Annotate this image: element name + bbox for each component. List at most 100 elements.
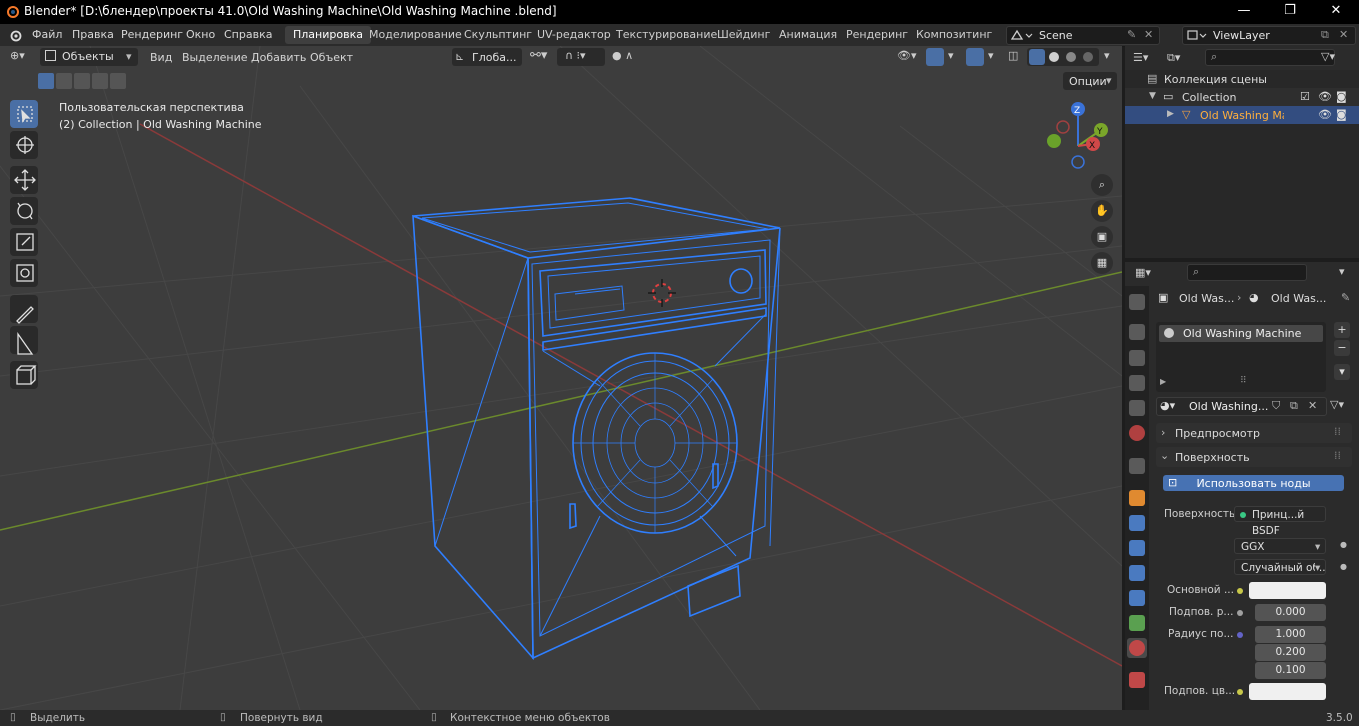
tab-modeling[interactable]: Моделирование — [361, 26, 470, 44]
pan-hand-icon[interactable]: ✋ — [1091, 200, 1113, 222]
pin-icon[interactable]: ✎ — [1341, 291, 1350, 304]
rotate-tool-icon[interactable] — [10, 197, 38, 225]
distribution-dropdown[interactable]: GGX ▾ — [1234, 538, 1326, 554]
grid-view-icon[interactable]: ▦ — [1091, 252, 1113, 274]
properties-search-input[interactable]: ⌕ — [1187, 264, 1307, 281]
tab-rendering[interactable]: Рендеринг — [838, 26, 916, 44]
tab-scene-icon[interactable] — [1129, 400, 1145, 416]
surface-panel-header[interactable]: ⌄ Поверхность ⁞⁞ — [1156, 447, 1352, 467]
pin-icon[interactable]: ✎ — [1127, 28, 1136, 41]
menu-view[interactable]: Вид — [150, 51, 172, 64]
tab-uv-editing[interactable]: UV-редактор — [529, 26, 619, 44]
outliner-row-collection[interactable]: ▼ ▭ Collection ☑ 👁 ◙ — [1125, 88, 1359, 106]
render-camera-icon[interactable]: ◙ — [1336, 90, 1347, 103]
use-nodes-button[interactable]: ⊡ Использовать ноды — [1163, 475, 1344, 491]
material-slot-row[interactable]: Old Washing Machine — [1159, 325, 1323, 342]
tab-sculpting[interactable]: Скульптинг — [456, 26, 540, 44]
socket-dot-icon[interactable]: ● — [1340, 562, 1347, 571]
material-browse-icon[interactable]: ◕▾ — [1160, 399, 1175, 412]
tab-animation[interactable]: Анимация — [771, 26, 845, 44]
tab-view-layer-icon[interactable] — [1129, 375, 1145, 391]
material-slot-list[interactable]: Old Washing Machine ▶ ⠿ — [1156, 322, 1326, 392]
tab-particles-icon[interactable] — [1129, 540, 1145, 556]
zoom-icon[interactable]: ⌕ — [1091, 174, 1113, 196]
transform-orientation[interactable]: ⊾ Глоба... — [452, 48, 522, 66]
mode-selector[interactable]: Объекты ▾ — [40, 48, 138, 66]
remove-slot-button[interactable]: − — [1334, 340, 1350, 356]
3d-cursor-icon[interactable] — [648, 279, 676, 307]
tab-compositing[interactable]: Композитинг — [908, 26, 1000, 44]
new-viewlayer-icon[interactable]: ⧉ — [1321, 28, 1329, 42]
select-subtract-icon[interactable] — [74, 73, 90, 89]
render-camera-icon[interactable]: ◙ — [1336, 108, 1347, 121]
value-socket-icon[interactable] — [1237, 610, 1243, 616]
tab-constraints-icon[interactable] — [1129, 590, 1145, 606]
solid-shading-icon[interactable] — [1049, 52, 1059, 62]
outliner-row-object[interactable]: ▶ ▽ Old Washing Machine 👁 ◙ — [1125, 106, 1359, 124]
exclude-checkbox-icon[interactable]: ☑ — [1300, 90, 1310, 103]
base-color-field[interactable] — [1249, 582, 1326, 599]
surface-shader-field[interactable]: Принц...й BSDF — [1234, 506, 1326, 537]
transform-tool-icon[interactable] — [10, 259, 38, 287]
visibility-icon[interactable]: 👁▾ — [897, 49, 917, 62]
chevron-down-icon[interactable]: ▾ — [1339, 265, 1345, 278]
remove-viewlayer-icon[interactable]: ✕ — [1339, 28, 1348, 41]
select-box-tool-icon[interactable] — [10, 100, 38, 128]
expand-arrow-icon[interactable]: ▼ — [1149, 91, 1156, 101]
expand-arrow-icon[interactable]: ▶ — [1160, 377, 1166, 386]
select-invert-icon[interactable] — [92, 73, 108, 89]
tab-output-icon[interactable] — [1129, 350, 1145, 366]
slot-menu-button[interactable]: ▾ — [1334, 364, 1350, 380]
socket-dot-icon[interactable]: ● — [1340, 540, 1347, 549]
shading-dropdown-icon[interactable]: ▾ — [1104, 49, 1110, 62]
washing-machine-wireframe[interactable] — [412, 197, 781, 661]
tab-tool-icon[interactable] — [1129, 294, 1145, 310]
vector-socket-icon[interactable] — [1237, 632, 1243, 638]
subsurface-radius-x-field[interactable]: 1.000 — [1255, 626, 1326, 643]
select-extend-icon[interactable] — [56, 73, 72, 89]
fake-user-icon[interactable]: ⛉ — [1272, 399, 1280, 413]
blender-menu-icon[interactable] — [8, 28, 22, 42]
editor-type-icon[interactable]: ▦▾ — [1135, 266, 1151, 279]
outliner-row-scene[interactable]: ▤ Коллекция сцены — [1125, 70, 1359, 88]
eye-icon[interactable]: 👁 — [1318, 90, 1332, 103]
cursor-tool-icon[interactable] — [10, 131, 38, 159]
select-intersect-icon[interactable] — [110, 73, 126, 89]
camera-icon[interactable]: ▣ — [1091, 226, 1113, 248]
tab-world-icon[interactable] — [1129, 425, 1145, 441]
expand-arrow-icon[interactable]: ▶ — [1167, 109, 1174, 119]
tab-layout[interactable]: Планировка — [285, 26, 371, 44]
add-slot-button[interactable]: + — [1334, 322, 1350, 338]
tab-object-icon[interactable] — [1129, 490, 1145, 506]
overlay-toggle-icon[interactable] — [966, 48, 984, 66]
move-tool-icon[interactable] — [10, 166, 38, 194]
preview-panel-header[interactable]: › Предпросмотр ⁞⁞ — [1156, 423, 1352, 443]
node-link-icon[interactable]: ▽▾ — [1330, 398, 1344, 411]
editor-type-icon[interactable]: ☰▾ — [1133, 51, 1148, 64]
tab-material-icon[interactable] — [1129, 640, 1145, 656]
eye-icon[interactable]: 👁 — [1318, 108, 1332, 121]
subsurface-radius-y-field[interactable]: 0.200 — [1255, 644, 1326, 661]
tab-modifiers-icon[interactable] — [1129, 515, 1145, 531]
tab-texture-icon[interactable] — [1129, 672, 1145, 688]
subsurface-radius-z-field[interactable]: 0.100 — [1255, 662, 1326, 679]
proportional-edit-icon[interactable]: ● ∧ — [612, 49, 633, 62]
material-datablock[interactable]: ◕▾ Old Washing... ⛉ ⧉ ✕ — [1156, 397, 1327, 416]
outliner-search-input[interactable]: ⌕ — [1205, 49, 1335, 66]
subsurface-color-field[interactable] — [1249, 683, 1326, 700]
viewlayer-selector[interactable]: ViewLayer ⧉ ✕ — [1182, 26, 1356, 45]
pivot-icon[interactable]: ⚯▾ — [530, 48, 547, 63]
options-button[interactable]: Опции ▾ — [1063, 72, 1117, 90]
material-shading-icon[interactable] — [1066, 52, 1076, 62]
duplicate-icon[interactable]: ⧉ — [1290, 399, 1298, 413]
filter-icon[interactable]: ▽▾ — [1321, 50, 1335, 63]
viewport-3d[interactable]: Z Y X ⊕▾ Объекты ▾ Вид Выделение Добавит… — [0, 46, 1122, 710]
menu-edit[interactable]: Правка — [72, 28, 114, 41]
menu-add[interactable]: Добавить — [251, 51, 306, 64]
shading-modes[interactable] — [1027, 48, 1099, 66]
menu-window[interactable]: Окно — [186, 28, 215, 41]
tab-shading[interactable]: Шейдинг — [709, 26, 778, 44]
overlay-dropdown-icon[interactable]: ▾ — [988, 49, 994, 62]
annotate-tool-icon[interactable] — [10, 295, 38, 323]
gizmo-toggle-icon[interactable] — [926, 48, 944, 66]
